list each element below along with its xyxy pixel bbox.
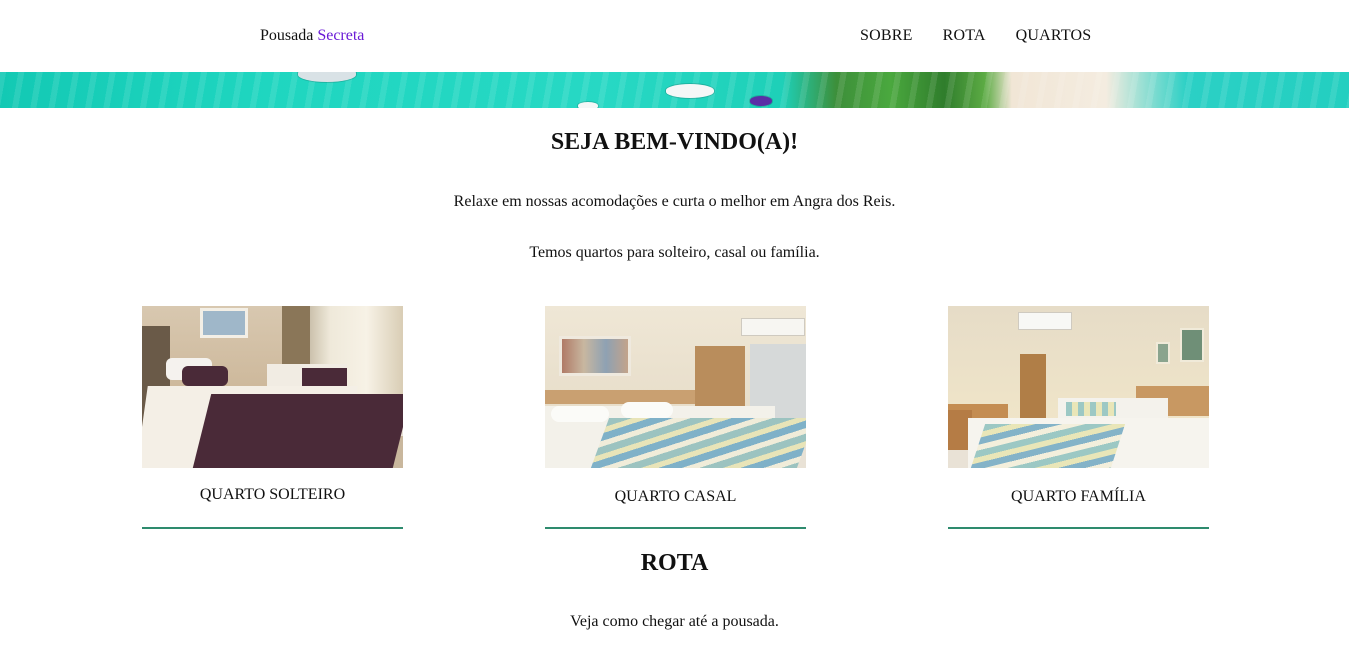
photo-wall-art: [559, 336, 631, 376]
photo-pillow: [621, 402, 673, 418]
room-photo-solteiro[interactable]: [142, 306, 403, 468]
room-title: QUARTO FAMÍLIA: [1011, 488, 1146, 505]
photo-air-conditioner: [1018, 312, 1072, 330]
hero-boat: [666, 84, 714, 98]
room-divider: [948, 527, 1209, 529]
photo-air-conditioner: [741, 318, 805, 336]
room-divider: [545, 527, 806, 529]
hero-boat: [578, 102, 598, 108]
photo-door: [1020, 354, 1046, 420]
room-divider: [142, 527, 403, 529]
room-card-solteiro: QUARTO SOLTEIRO: [142, 306, 403, 529]
photo-headboard: [545, 390, 695, 404]
top-navbar: Pousada Secreta SOBRE ROTA QUARTOS: [0, 0, 1349, 72]
welcome-text: Temos quartos para solteiro, casal ou fa…: [529, 244, 820, 261]
welcome-text: Relaxe em nossas acomodações e curta o m…: [453, 193, 896, 210]
photo-wall-art: [1180, 328, 1204, 362]
photo-bedspread: [590, 418, 806, 468]
brand-name-part1: Pousada: [260, 27, 314, 44]
route-intro-text: Veja como chegar até a pousada.: [570, 613, 779, 630]
photo-pillow: [182, 366, 228, 386]
photo-bedspread: [1066, 402, 1116, 416]
room-photo-casal[interactable]: [545, 306, 806, 468]
nav-link-sobre[interactable]: SOBRE: [850, 26, 928, 46]
photo-pillow: [551, 406, 609, 422]
main-nav: SOBRE ROTA QUARTOS: [850, 26, 1106, 46]
brand-name-part2: Secreta: [317, 27, 365, 44]
room-title: QUARTO SOLTEIRO: [199, 486, 346, 503]
room-card-familia: QUARTO FAMÍLIA: [948, 306, 1209, 529]
photo-bedspread: [192, 394, 403, 468]
photo-bedspread: [970, 424, 1126, 468]
photo-wall-art: [1156, 342, 1170, 364]
route-section-title: ROTA: [640, 550, 709, 576]
room-photo-familia[interactable]: [948, 306, 1209, 468]
room-title: QUARTO CASAL: [614, 488, 737, 505]
photo-wall-art: [200, 308, 248, 338]
brand-logo-link[interactable]: Pousada Secreta: [260, 26, 364, 46]
hero-boat: [750, 96, 772, 106]
hero-banner: [0, 72, 1349, 108]
room-card-casal: QUARTO CASAL: [545, 306, 806, 529]
nav-link-quartos[interactable]: QUARTOS: [1001, 26, 1107, 46]
welcome-title: SEJA BEM-VINDO(A)!: [550, 129, 799, 155]
nav-link-rota[interactable]: ROTA: [928, 26, 1001, 46]
